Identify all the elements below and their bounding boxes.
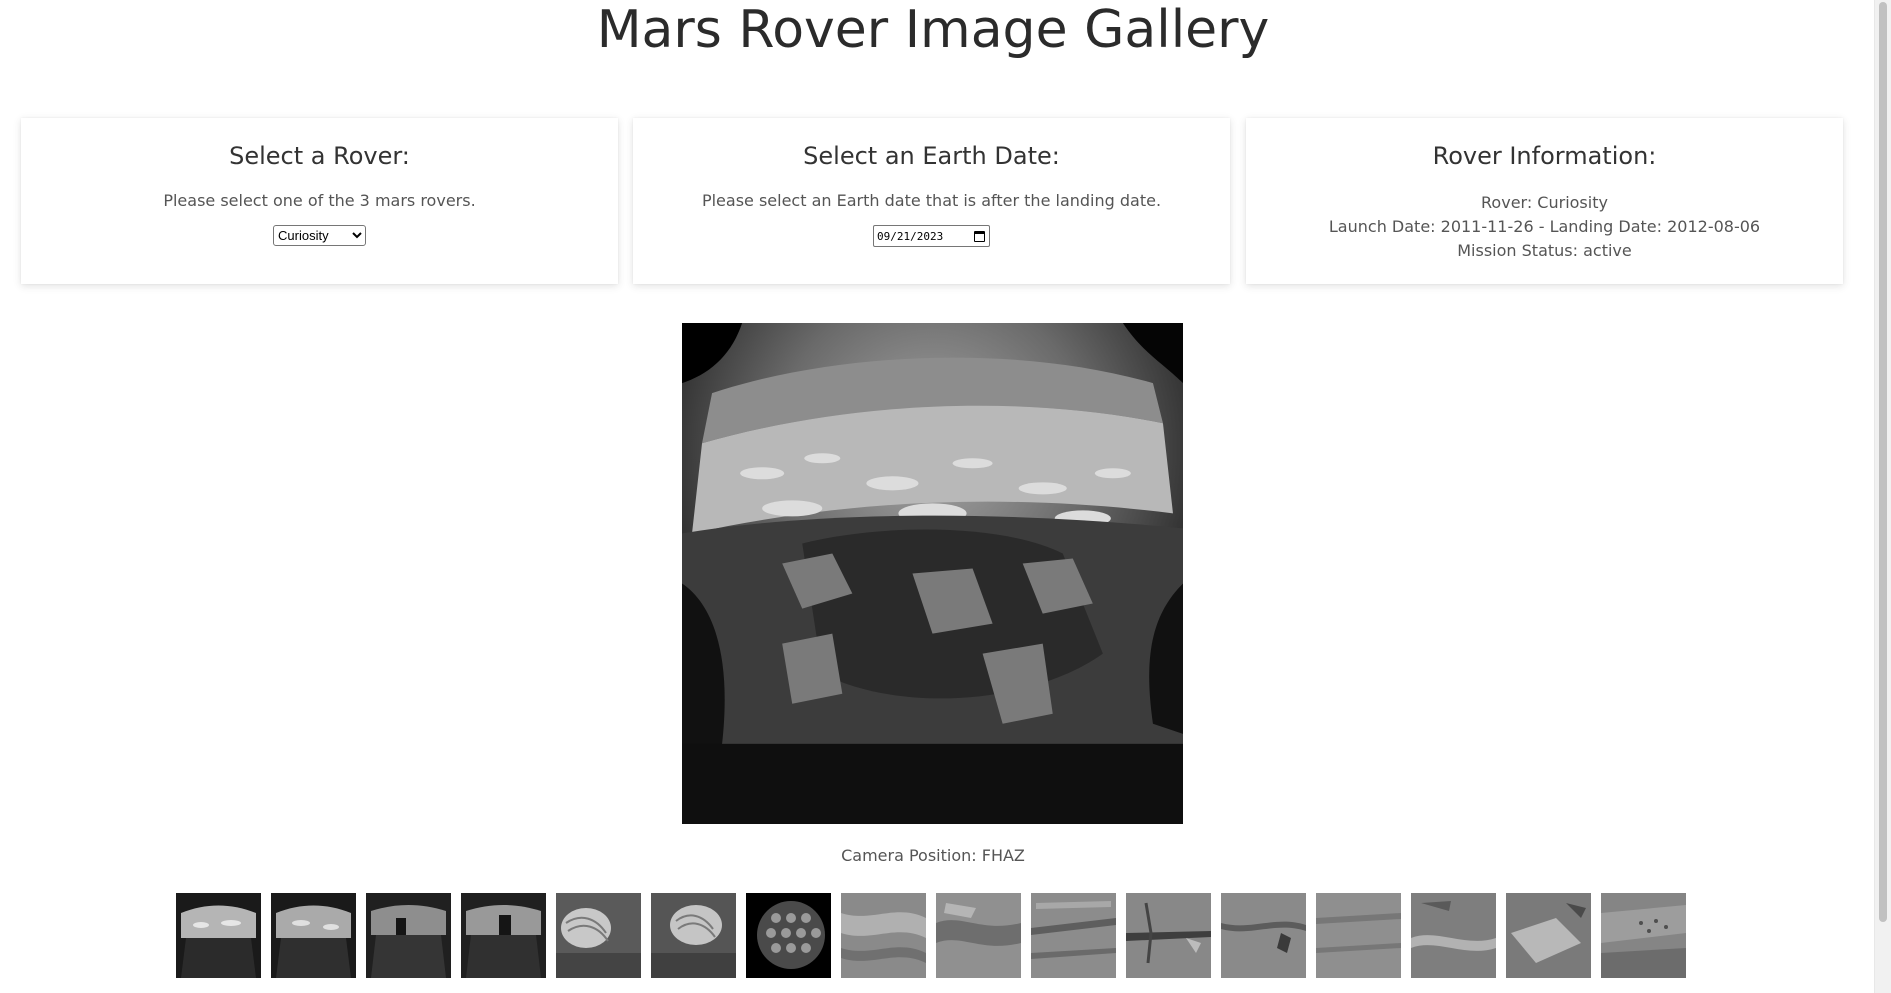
photo-thumbnail[interactable] xyxy=(1601,893,1686,978)
scrollbar-thumb[interactable] xyxy=(1879,2,1887,922)
main-rover-photo xyxy=(682,323,1183,824)
rover-card-description: Please select one of the 3 mars rovers. xyxy=(163,191,476,210)
photo-thumbnail[interactable] xyxy=(651,893,736,978)
page-title: Mars Rover Image Gallery xyxy=(596,0,1270,60)
rover-card-heading: Select a Rover: xyxy=(229,142,410,170)
calendar-icon[interactable] xyxy=(974,230,985,242)
photo-thumbnail[interactable] xyxy=(1316,893,1401,978)
photo-thumbnail[interactable] xyxy=(1221,893,1306,978)
photo-thumbnail[interactable] xyxy=(271,893,356,978)
date-card-description: Please select an Earth date that is afte… xyxy=(701,191,1162,210)
thumbnail-strip xyxy=(176,893,1686,978)
rover-status-line: Mission Status: active xyxy=(1457,241,1632,260)
rover-dropdown[interactable]: Curiosity xyxy=(273,225,366,246)
earth-date-card: Select an Earth Date: Please select an E… xyxy=(633,118,1230,284)
page-scrollbar[interactable] xyxy=(1874,0,1891,993)
rover-info-card: Rover Information: Rover: Curiosity Laun… xyxy=(1246,118,1843,284)
earth-date-value: 09/21/2023 xyxy=(877,229,944,243)
photo-thumbnail[interactable] xyxy=(366,893,451,978)
page: Mars Rover Image Gallery Select a Rover:… xyxy=(0,0,1891,993)
date-card-heading: Select an Earth Date: xyxy=(803,142,1060,170)
photo-thumbnail[interactable] xyxy=(461,893,546,978)
rover-name-line: Rover: Curiosity xyxy=(1481,193,1608,212)
photo-thumbnail[interactable] xyxy=(1411,893,1496,978)
photo-thumbnail[interactable] xyxy=(841,893,926,978)
rover-dates-line: Launch Date: 2011-11-26 - Landing Date: … xyxy=(1328,217,1761,236)
photo-thumbnail[interactable] xyxy=(176,893,261,978)
photo-thumbnail[interactable] xyxy=(1506,893,1591,978)
info-card-heading: Rover Information: xyxy=(1432,142,1657,170)
camera-position-caption: Camera Position: FHAZ xyxy=(841,846,1025,865)
photo-thumbnail[interactable] xyxy=(1126,893,1211,978)
earth-date-input[interactable]: 09/21/2023 xyxy=(873,225,990,247)
rover-info-lines: Rover: Curiosity Launch Date: 2011-11-26… xyxy=(1246,191,1843,263)
photo-thumbnail[interactable] xyxy=(556,893,641,978)
photo-thumbnail[interactable] xyxy=(1031,893,1116,978)
photo-thumbnail[interactable] xyxy=(746,893,831,978)
rover-select-card: Select a Rover: Please select one of the… xyxy=(21,118,618,284)
photo-thumbnail[interactable] xyxy=(936,893,1021,978)
